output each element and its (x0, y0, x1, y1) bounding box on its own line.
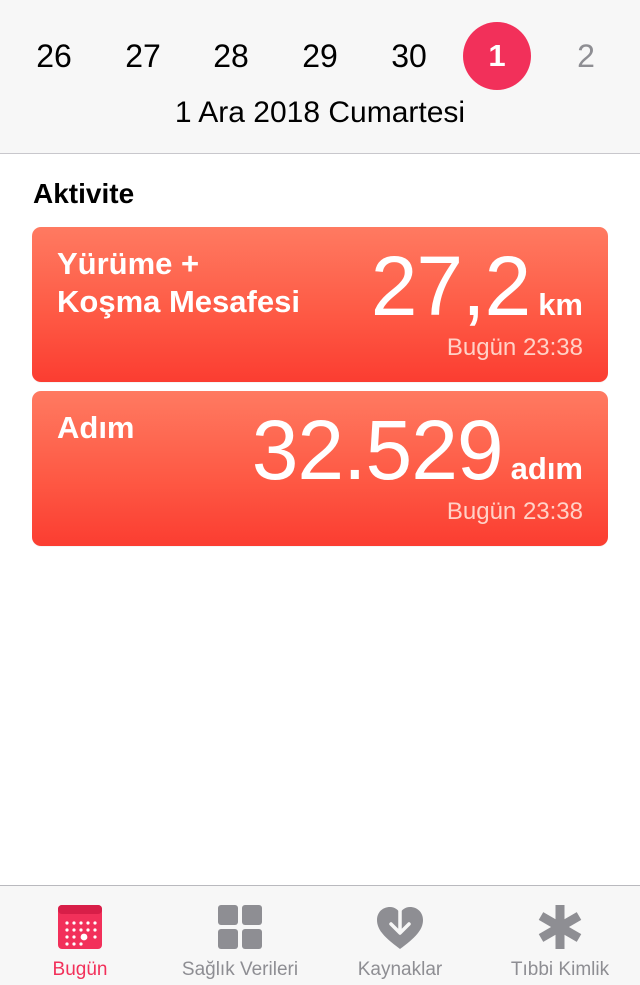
card-timestamp: Bugün 23:38 (446, 334, 583, 361)
tab-label: Sağlık Verileri (181, 959, 299, 980)
calendar-icon (55, 902, 105, 952)
day-28[interactable]: 28 (197, 22, 265, 90)
tab-medical-id[interactable]: Tıbbi Kimlik (480, 886, 640, 985)
card-value: 27,2 (370, 239, 531, 333)
tab-sources[interactable]: Kaynaklar (320, 886, 480, 985)
card-unit: km (538, 287, 583, 322)
card-value-group: 32.529 adım (252, 405, 583, 495)
card-label: Yürüme + Koşma Mesafesi (57, 245, 300, 321)
card-label-line2: Koşma Mesafesi (57, 284, 300, 319)
weekday-strip (0, 0, 640, 4)
tab-label: Kaynaklar (357, 959, 443, 980)
tab-bar: Bugün Sağlık Verileri Kaynaklar Tıbbi Ki… (0, 885, 640, 985)
day-29[interactable]: 29 (286, 22, 354, 90)
tab-health-data[interactable]: Sağlık Verileri (160, 886, 320, 985)
asterisk-icon (535, 902, 585, 952)
card-label-line1: Yürüme + (57, 246, 200, 281)
tab-today[interactable]: Bugün (0, 886, 160, 985)
section-title-activity: Aktivite (33, 178, 135, 209)
date-header: 26 27 28 29 30 1 2 1 Ara 2018 Cumartesi (0, 0, 640, 154)
card-label: Adım (57, 410, 135, 445)
day-26[interactable]: 26 (20, 22, 88, 90)
day-1-selected[interactable]: 1 (463, 22, 531, 90)
card-unit: adım (510, 451, 583, 486)
tab-label: Bugün (52, 959, 108, 980)
card-value: 32.529 (251, 403, 504, 497)
day-2[interactable]: 2 (552, 22, 620, 90)
grid-icon (215, 902, 265, 952)
selected-date-title: 1 Ara 2018 Cumartesi (174, 96, 466, 129)
walking-running-distance-card[interactable]: Yürüme + Koşma Mesafesi 27,2 km Bugün 23:… (32, 227, 608, 382)
card-value-group: 27,2 km (371, 241, 583, 331)
day-30[interactable]: 30 (375, 22, 443, 90)
card-timestamp: Bugün 23:38 (446, 498, 583, 525)
tab-label: Tıbbi Kimlik (510, 959, 610, 980)
health-app: 26 27 28 29 30 1 2 1 Ara 2018 Cumartesi … (0, 0, 640, 985)
heart-download-icon (375, 902, 425, 952)
day-27[interactable]: 27 (109, 22, 177, 90)
steps-card[interactable]: Adım 32.529 adım Bugün 23:38 (32, 391, 608, 546)
